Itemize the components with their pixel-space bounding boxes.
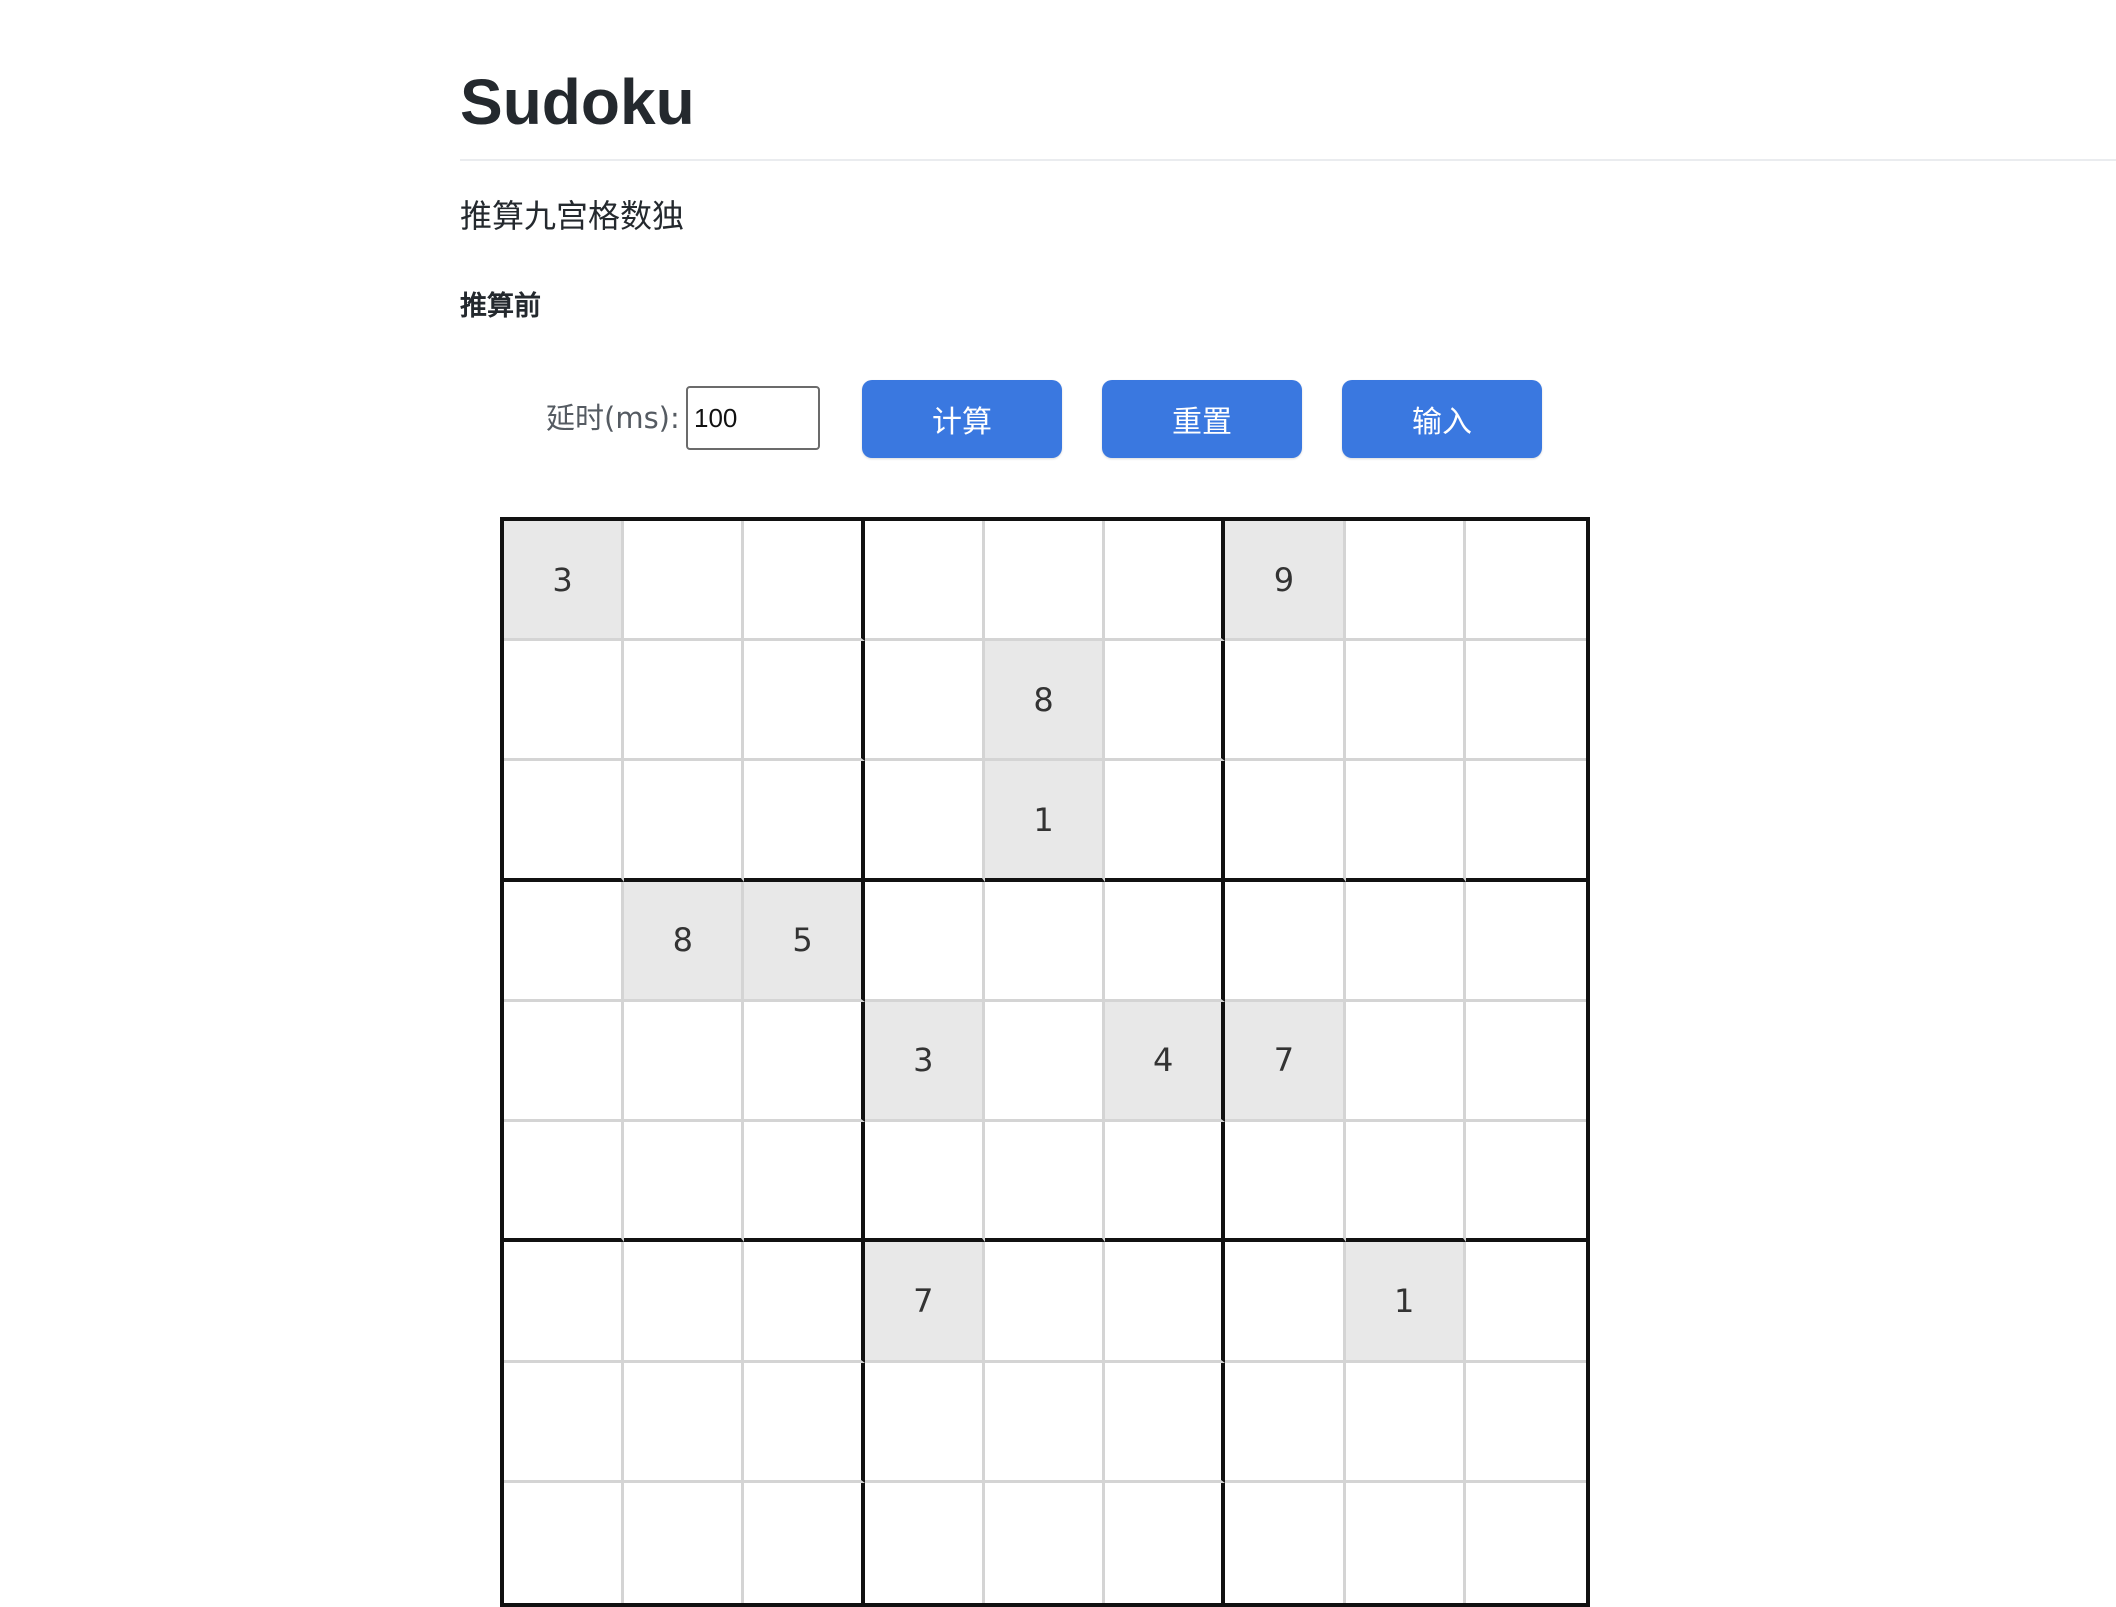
sudoku-cell[interactable] (984, 1362, 1106, 1483)
sudoku-cell[interactable] (864, 1362, 985, 1483)
sudoku-cell[interactable] (1465, 521, 1586, 642)
sudoku-cell[interactable] (744, 1001, 865, 1123)
title-divider (460, 159, 2116, 161)
sudoku-cell[interactable] (1345, 1001, 1466, 1123)
sudoku-cell[interactable] (624, 1242, 745, 1363)
sudoku-cell[interactable] (1465, 1001, 1586, 1123)
sudoku-cell[interactable] (864, 1122, 985, 1243)
sudoku-cell[interactable] (504, 761, 625, 882)
sudoku-cell[interactable] (984, 521, 1106, 642)
sudoku-cell[interactable] (984, 1122, 1106, 1243)
sudoku-cell[interactable] (624, 761, 745, 882)
sudoku-cell[interactable] (1465, 1242, 1586, 1363)
sudoku-cell[interactable] (1345, 521, 1466, 642)
sudoku-cell[interactable] (984, 881, 1106, 1002)
sudoku-cell[interactable] (1465, 1482, 1586, 1603)
section-label-before: 推算前 (460, 291, 541, 322)
sudoku-cell[interactable]: 4 (1105, 1001, 1226, 1123)
sudoku-cell[interactable] (984, 1482, 1106, 1603)
sudoku-cell[interactable] (744, 1242, 865, 1363)
sudoku-cell[interactable] (1225, 641, 1346, 762)
controls-bar: 延时(ms): 计算 重置 输入 (460, 380, 1660, 460)
sudoku-cell[interactable] (1465, 881, 1586, 1002)
sudoku-cell[interactable] (1465, 1122, 1586, 1243)
delay-input[interactable] (686, 386, 820, 450)
sudoku-cell[interactable]: 3 (864, 1001, 985, 1123)
sudoku-cell[interactable] (984, 1001, 1106, 1123)
sudoku-cell[interactable] (1105, 1122, 1226, 1243)
calculate-button[interactable]: 计算 (862, 380, 1062, 458)
reset-button[interactable]: 重置 (1102, 380, 1302, 458)
sudoku-cell[interactable] (504, 641, 625, 762)
sudoku-cell[interactable] (1105, 1362, 1226, 1483)
sudoku-cell[interactable] (1225, 1242, 1346, 1363)
sudoku-cell[interactable] (984, 1242, 1106, 1363)
sudoku-cell[interactable] (624, 1482, 745, 1603)
sudoku-cell[interactable] (1225, 761, 1346, 882)
sudoku-cell[interactable] (1105, 1482, 1226, 1603)
sudoku-cell[interactable] (504, 1362, 625, 1483)
sudoku-cell[interactable] (744, 1482, 865, 1603)
sudoku-cell[interactable] (744, 1362, 865, 1483)
sudoku-cell[interactable]: 7 (1225, 1001, 1346, 1123)
sudoku-cell[interactable] (744, 521, 865, 642)
sudoku-cell[interactable]: 1 (1345, 1242, 1466, 1363)
sudoku-cell[interactable] (1345, 641, 1466, 762)
sudoku-cell[interactable] (1225, 881, 1346, 1002)
sudoku-cell[interactable] (1465, 1362, 1586, 1483)
sudoku-cell[interactable]: 5 (744, 881, 865, 1002)
sudoku-cell[interactable] (624, 521, 745, 642)
sudoku-cell[interactable]: 8 (984, 641, 1106, 762)
sudoku-cell[interactable] (1105, 1242, 1226, 1363)
sudoku-cell[interactable] (1105, 641, 1226, 762)
sudoku-board: 39818534771 (500, 517, 1590, 1607)
sudoku-cell[interactable]: 9 (1225, 521, 1346, 642)
sudoku-cell[interactable] (1105, 521, 1226, 642)
sudoku-cell[interactable] (744, 1122, 865, 1243)
sudoku-cell[interactable]: 1 (984, 761, 1106, 882)
sudoku-cell[interactable] (864, 761, 985, 882)
delay-label: 延时(ms): (546, 401, 680, 435)
sudoku-cell[interactable] (504, 1001, 625, 1123)
sudoku-cell[interactable] (624, 1362, 745, 1483)
sudoku-cell[interactable] (1225, 1482, 1346, 1603)
sudoku-cell[interactable] (504, 1122, 625, 1243)
sudoku-cell[interactable] (1465, 641, 1586, 762)
sudoku-cell[interactable]: 8 (624, 881, 745, 1002)
sudoku-cell[interactable]: 3 (504, 521, 625, 642)
sudoku-cell[interactable] (624, 1122, 745, 1243)
sudoku-cell[interactable] (864, 641, 985, 762)
page-subtitle: 推算九宫格数独 (460, 197, 685, 235)
sudoku-cell[interactable] (1345, 1362, 1466, 1483)
sudoku-cell[interactable] (1345, 1482, 1466, 1603)
sudoku-cell[interactable] (504, 881, 625, 1002)
input-button[interactable]: 输入 (1342, 380, 1542, 458)
sudoku-cell[interactable] (1345, 1122, 1466, 1243)
sudoku-cell[interactable] (1345, 761, 1466, 882)
sudoku-cell[interactable] (864, 1482, 985, 1603)
sudoku-cell[interactable] (864, 521, 985, 642)
page-title: Sudoku (460, 66, 695, 138)
sudoku-cell[interactable] (744, 761, 865, 882)
sudoku-cell[interactable] (504, 1242, 625, 1363)
sudoku-cell[interactable] (864, 881, 985, 1002)
sudoku-cell[interactable] (624, 641, 745, 762)
sudoku-cell[interactable] (1105, 761, 1226, 882)
sudoku-cell[interactable] (504, 1482, 625, 1603)
sudoku-cell[interactable] (1465, 761, 1586, 882)
sudoku-cell[interactable] (1225, 1362, 1346, 1483)
sudoku-cell[interactable] (1225, 1122, 1346, 1243)
sudoku-cell[interactable] (624, 1001, 745, 1123)
sudoku-cell[interactable] (1105, 881, 1226, 1002)
sudoku-cell[interactable] (1345, 881, 1466, 1002)
sudoku-cell[interactable] (744, 641, 865, 762)
sudoku-cell[interactable]: 7 (864, 1242, 985, 1363)
